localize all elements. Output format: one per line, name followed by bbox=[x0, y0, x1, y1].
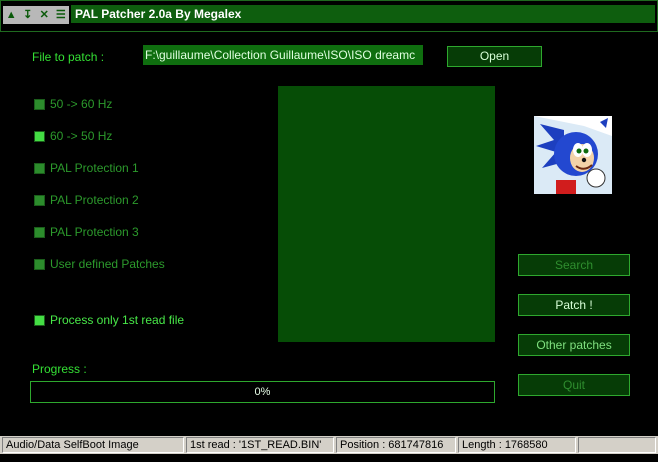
checkbox-pal-protection-3[interactable] bbox=[34, 226, 45, 238]
status-bar: Audio/Data SelfBoot Image 1st read : '1S… bbox=[0, 436, 658, 454]
checkbox-process-first-read[interactable] bbox=[34, 314, 45, 326]
option-60-50hz-label: 60 -> 50 Hz bbox=[50, 129, 113, 143]
file-to-patch-label: File to patch : bbox=[32, 50, 105, 64]
option-user-defined-patches[interactable]: User defined Patches bbox=[34, 257, 165, 271]
checkbox-pal-protection-2[interactable] bbox=[34, 194, 45, 206]
option-pal-protection-3[interactable]: PAL Protection 3 bbox=[34, 225, 139, 239]
open-button[interactable]: Open bbox=[447, 46, 542, 67]
window-controls: ▲ ↧ ✕ ☰ bbox=[3, 6, 69, 24]
patch-list-panel[interactable] bbox=[278, 86, 495, 342]
status-length: Length : 1768580 bbox=[458, 437, 576, 453]
status-position: Position : 681747816 bbox=[336, 437, 456, 453]
title-bar: ▲ ↧ ✕ ☰ PAL Patcher 2.0a By Megalex bbox=[0, 0, 658, 32]
checkbox-user-defined-patches[interactable] bbox=[34, 258, 45, 270]
other-patches-button[interactable]: Other patches bbox=[518, 334, 630, 356]
option-50-60hz-label: 50 -> 60 Hz bbox=[50, 97, 113, 111]
progress-label: Progress : bbox=[32, 362, 87, 376]
status-image-type: Audio/Data SelfBoot Image bbox=[2, 437, 184, 453]
quit-button[interactable]: Quit bbox=[518, 374, 630, 396]
option-process-first-read-label: Process only 1st read file bbox=[50, 313, 185, 327]
close-icon[interactable]: ✕ bbox=[38, 9, 51, 22]
status-empty bbox=[578, 437, 656, 453]
restore-icon[interactable]: ▲ bbox=[5, 9, 18, 22]
option-pal-protection-2-label: PAL Protection 2 bbox=[50, 193, 139, 207]
option-pal-protection-1[interactable]: PAL Protection 1 bbox=[34, 161, 139, 175]
minimize-icon[interactable]: ↧ bbox=[21, 9, 34, 22]
checkbox-60-50hz[interactable] bbox=[34, 130, 45, 142]
progress-percent: 0% bbox=[254, 386, 271, 398]
option-50-60hz[interactable]: 50 -> 60 Hz bbox=[34, 97, 112, 111]
progress-bar: 0% bbox=[30, 381, 495, 403]
option-pal-protection-2[interactable]: PAL Protection 2 bbox=[34, 193, 139, 207]
search-button[interactable]: Search bbox=[518, 254, 630, 276]
patch-button[interactable]: Patch ! bbox=[518, 294, 630, 316]
option-user-defined-patches-label: User defined Patches bbox=[50, 257, 165, 271]
checkbox-pal-protection-1[interactable] bbox=[34, 162, 45, 174]
menu-icon[interactable]: ☰ bbox=[54, 9, 67, 22]
sonic-image bbox=[534, 116, 612, 194]
checkbox-50-60hz[interactable] bbox=[34, 98, 45, 110]
option-60-50hz[interactable]: 60 -> 50 Hz bbox=[34, 129, 112, 143]
file-path-field[interactable]: F:\guillaume\Collection Guillaume\ISO\IS… bbox=[143, 45, 423, 65]
option-process-first-read[interactable]: Process only 1st read file bbox=[34, 313, 184, 327]
option-pal-protection-3-label: PAL Protection 3 bbox=[50, 225, 139, 239]
status-first-read: 1st read : '1ST_READ.BIN' bbox=[186, 437, 334, 453]
window-title: PAL Patcher 2.0a By Megalex bbox=[71, 5, 655, 23]
option-pal-protection-1-label: PAL Protection 1 bbox=[50, 161, 139, 175]
